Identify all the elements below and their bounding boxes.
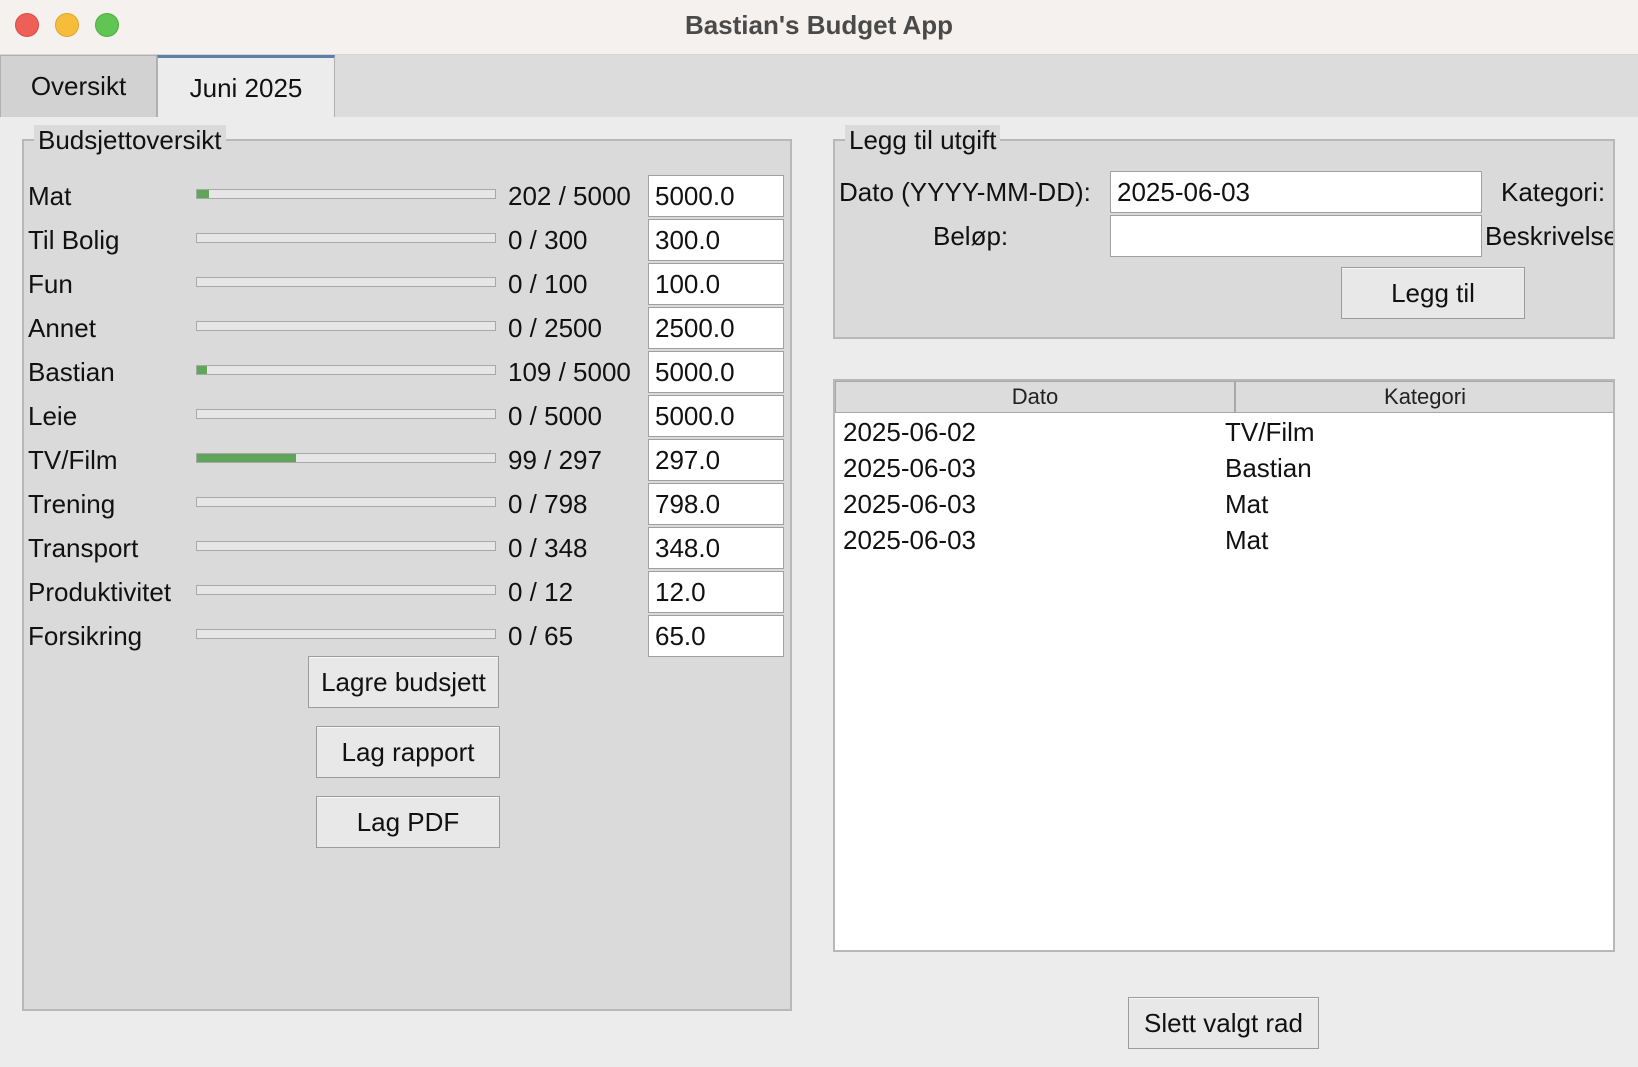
budget-category-label: Forsikring <box>28 621 143 651</box>
budget-spent-amount: 0 / 12 <box>508 577 574 607</box>
budget-overview-title: Budsjettoversikt <box>34 125 226 156</box>
budget-row: Trening 0 / 798 <box>24 483 790 527</box>
budget-spent-amount: 0 / 5000 <box>508 401 602 431</box>
budget-row: Mat 202 / 5000 <box>24 175 790 219</box>
budget-progress-bar <box>196 365 496 375</box>
budget-limit-input[interactable] <box>648 307 784 349</box>
budget-row: Annet 0 / 2500 <box>24 307 790 351</box>
budget-progress-fill <box>197 190 209 198</box>
budget-progress-bar <box>196 233 496 243</box>
budget-spent-amount: 0 / 348 <box>508 533 588 563</box>
budget-spent-amount: 0 / 798 <box>508 489 588 519</box>
amount-label: Beløp: <box>933 221 1009 251</box>
budget-row: Bastian 109 / 5000 <box>24 351 790 395</box>
table-row[interactable]: 2025-06-03 Mat <box>835 487 1613 523</box>
date-input[interactable] <box>1110 171 1482 213</box>
table-cell-date: 2025-06-03 <box>843 453 976 483</box>
budget-category-label: Til Bolig <box>28 225 120 255</box>
save-budget-button[interactable]: Lagre budsjett <box>308 656 499 708</box>
budget-spent-amount: 0 / 65 <box>508 621 574 651</box>
budget-progress-bar <box>196 585 496 595</box>
delete-selected-row-button[interactable]: Slett valgt rad <box>1128 997 1319 1049</box>
budget-limit-input[interactable] <box>648 263 784 305</box>
budget-category-label: Transport <box>28 533 139 563</box>
budget-row: Forsikring 0 / 65 <box>24 615 790 659</box>
budget-limit-input[interactable] <box>648 219 784 261</box>
budget-row: Transport 0 / 348 <box>24 527 790 571</box>
budget-spent-amount: 0 / 100 <box>508 269 588 299</box>
date-label: Dato (YYYY-MM-DD): <box>839 177 1091 207</box>
tab-content: Budsjettoversikt Mat 202 / 5000 Til Bolig 0… <box>0 117 1638 1067</box>
budget-category-label: TV/Film <box>28 445 118 475</box>
budget-progress-fill <box>197 366 207 374</box>
budget-limit-input[interactable] <box>648 351 784 393</box>
add-expense-button[interactable]: Legg til <box>1341 267 1525 319</box>
budget-category-label: Mat <box>28 181 72 211</box>
budget-overview-frame: Budsjettoversikt Mat 202 / 5000 Til Bolig 0… <box>22 125 792 1011</box>
budget-progress-bar <box>196 189 496 199</box>
add-expense-title: Legg til utgift <box>845 125 1001 156</box>
column-header-kategori[interactable]: Kategori <box>1235 381 1613 413</box>
budget-row: TV/Film 99 / 297 <box>24 439 790 483</box>
budget-progress-bar <box>196 409 496 419</box>
window-titlebar: Bastian's Budget App <box>0 0 1638 55</box>
budget-category-label: Fun <box>28 269 73 299</box>
window-title: Bastian's Budget App <box>684 10 954 40</box>
amount-input[interactable] <box>1110 215 1482 257</box>
budget-progress-bar <box>196 541 496 551</box>
budget-limit-input[interactable] <box>648 615 784 657</box>
table-cell-date: 2025-06-02 <box>843 417 976 447</box>
table-row[interactable]: 2025-06-03 Mat <box>835 523 1613 559</box>
table-cell-date: 2025-06-03 <box>843 525 976 555</box>
add-expense-frame: Legg til utgift Dato (YYYY-MM-DD): Kateg… <box>833 125 1615 339</box>
budget-spent-amount: 109 / 5000 <box>508 357 631 387</box>
budget-progress-bar <box>196 629 496 639</box>
tab-oversikt[interactable]: Oversikt <box>0 55 157 117</box>
budget-limit-input[interactable] <box>648 483 784 525</box>
column-header-dato[interactable]: Dato <box>835 381 1235 413</box>
budget-progress-fill <box>197 454 297 462</box>
budget-limit-input[interactable] <box>648 439 784 481</box>
table-cell-category: TV/Film <box>1225 417 1315 447</box>
budget-spent-amount: 202 / 5000 <box>508 181 631 211</box>
budget-limit-input[interactable] <box>648 527 784 569</box>
table-row[interactable]: 2025-06-02 TV/Film <box>835 415 1613 451</box>
budget-limit-input[interactable] <box>648 395 784 437</box>
budget-progress-bar <box>196 321 496 331</box>
budget-category-label: Bastian <box>28 357 115 387</box>
budget-progress-bar <box>196 277 496 287</box>
budget-row: Leie 0 / 5000 <box>24 395 790 439</box>
budget-row: Til Bolig 0 / 300 <box>24 219 790 263</box>
table-cell-category: Bastian <box>1225 453 1312 483</box>
tab-juni-2025[interactable]: Juni 2025 <box>157 55 335 119</box>
budget-category-label: Leie <box>28 401 78 431</box>
make-report-button[interactable]: Lag rapport <box>316 726 500 778</box>
expense-table[interactable]: Dato Kategori 2025-06-02 TV/Film 2025-06-0… <box>833 379 1615 952</box>
budget-limit-input[interactable] <box>648 571 784 613</box>
table-cell-category: Mat <box>1225 525 1269 555</box>
budget-row: Fun 0 / 100 <box>24 263 790 307</box>
table-row[interactable]: 2025-06-03 Bastian <box>835 451 1613 487</box>
make-pdf-button[interactable]: Lag PDF <box>316 796 500 848</box>
table-cell-category: Mat <box>1225 489 1269 519</box>
tab-bar: Oversikt Juni 2025 <box>0 55 1638 119</box>
budget-spent-amount: 0 / 2500 <box>508 313 602 343</box>
budget-limit-input[interactable] <box>648 175 784 217</box>
budget-row: Produktivitet 0 / 12 <box>24 571 790 615</box>
budget-category-label: Annet <box>28 313 96 343</box>
category-label: Kategori: <box>1501 177 1606 207</box>
budget-category-label: Trening <box>28 489 116 519</box>
budget-category-label: Produktivitet <box>28 577 172 607</box>
description-label: Beskrivelse <box>1485 221 1613 251</box>
table-cell-date: 2025-06-03 <box>843 489 976 519</box>
budget-spent-amount: 99 / 297 <box>508 445 602 475</box>
budget-progress-bar <box>196 497 496 507</box>
budget-spent-amount: 0 / 300 <box>508 225 588 255</box>
budget-progress-bar <box>196 453 496 463</box>
